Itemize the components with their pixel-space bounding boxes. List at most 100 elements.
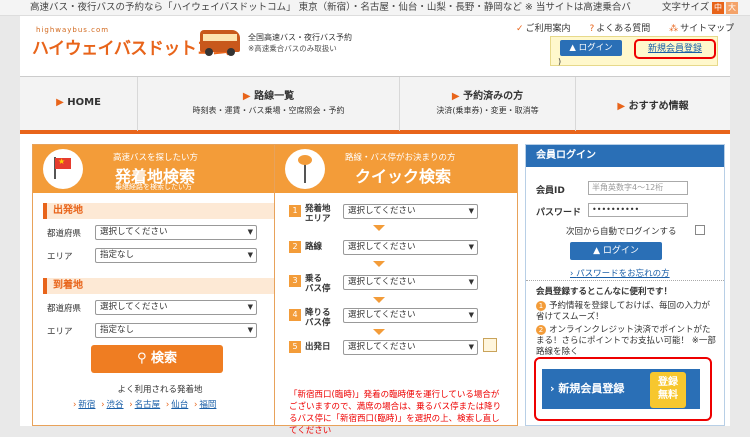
arrow-icon: › (194, 400, 198, 410)
free-badge: 登録 無料 (650, 372, 686, 408)
chevron-down-icon: ▼ (468, 343, 474, 351)
step-number: 3 (289, 275, 301, 287)
arrow-icon: ▶ (242, 91, 251, 102)
bus-stop-icon (285, 149, 325, 189)
header-register-link[interactable]: 新規会員登録 (634, 39, 716, 59)
benefit-1: 1 予約情報を登録しておけば、毎回の入力が省けてスムーズ！ (536, 301, 710, 322)
quick-route-select[interactable]: 選択してください ▼ (343, 240, 478, 255)
question-icon: ? (589, 24, 595, 34)
nav-routes[interactable]: ▶ 路線一覧 時刻表・運賃・バス乗場・空席照会・予約 (138, 77, 400, 131)
chevron-down-icon: ▼ (468, 278, 474, 286)
auto-login-label: 次回から自動でログインする (566, 227, 677, 237)
guide-link[interactable]: ✓ ご利用案内 (516, 24, 579, 34)
popular-links: › 新宿 › 渋谷 › 名古屋 › 仙台 › 福岡 (73, 398, 219, 410)
header-login-button[interactable]: ▲ ログイン (560, 40, 622, 56)
header: highwaybus.com ハイウェイバスドットコム 全国高速バス・夜行バス予… (20, 16, 734, 76)
search-icon: ⚲ (136, 351, 152, 366)
member-panel: 会員ログイン 会員ID 半角英数字4〜12桁 パスワード •••••••••• … (525, 144, 725, 426)
step-label: 降りる バス停 (305, 308, 331, 328)
quick-alight-select[interactable]: 選択してください ▼ (343, 308, 478, 323)
from-area-select[interactable]: 指定なし ▼ (95, 248, 257, 263)
font-size-label: 文字サイズ (662, 2, 710, 13)
main-nav: ▶ HOME ▶ 路線一覧 時刻表・運賃・バス乗場・空席照会・予約 ▶ 予約済み… (20, 76, 730, 134)
departure-header: ★ 高速バスを探したい方 発着地検索 乗継経路を検索したい方 (33, 145, 285, 193)
sitemap-icon: ⁂ (669, 24, 679, 34)
home-icon: ▶ (56, 97, 64, 108)
password-input[interactable]: •••••••••• (588, 203, 688, 217)
member-title: 会員ログイン (526, 145, 724, 167)
quick-area-select[interactable]: 選択してください ▼ (343, 204, 478, 219)
user-icon: ▲ (593, 246, 603, 256)
font-size-medium-button[interactable]: 中 (712, 2, 724, 14)
chevron-down-icon: ▼ (468, 243, 474, 251)
top-info-bar: 高速バス・夜行バスの予約なら「ハイウェイバスドットコム」 東京（新宿）・名古屋・… (0, 0, 750, 16)
password-label: パスワード (536, 208, 582, 218)
arrow-icon: › (73, 400, 77, 410)
quick-board-select[interactable]: 選択してください ▼ (343, 275, 478, 290)
departure-sub2: 乗継経路を検索したい方 (115, 183, 192, 191)
chevron-down-icon: ▼ (247, 228, 253, 236)
logo-url: highwaybus.com (36, 26, 110, 34)
step-number: 1 (289, 205, 301, 217)
top-message: 高速バス・夜行バスの予約なら「ハイウェイバスドットコム」 東京（新宿）・名古屋・… (30, 2, 631, 13)
chevron-down-icon: ▼ (247, 251, 253, 259)
tagline-note: ※高速乗合バスのみ取扱い (248, 44, 337, 53)
popular-link[interactable]: 仙台 (171, 400, 188, 410)
arrow-icon: › (165, 400, 170, 410)
auto-login-checkbox[interactable] (695, 225, 705, 235)
chevron-down-icon: ▼ (468, 311, 474, 319)
from-pref-select[interactable]: 選択してください ▼ (95, 225, 257, 240)
faq-link[interactable]: ? よくある質問 (589, 24, 658, 34)
quick-title: クイック検索 (355, 167, 452, 186)
arrow-icon: › (129, 400, 133, 410)
paren-text: ) (558, 57, 562, 66)
quick-date-select[interactable]: 選択してください ▼ (343, 340, 478, 355)
check-icon: ✓ (516, 24, 524, 34)
flag-icon: ★ (43, 149, 83, 189)
nav-reserved[interactable]: ▶ 予約済みの方 決済(乗車券)・変更・取消等 (400, 77, 576, 131)
step-number: 5 (289, 341, 301, 353)
font-size-large-button[interactable]: 大 (726, 2, 738, 14)
benefit-title: 会員登録するとこんなに便利です！ (536, 287, 673, 297)
member-id-input[interactable]: 半角英数字4〜12桁 (588, 181, 688, 195)
quick-header: 路線・バス停がお決まりの方 クイック検索 (275, 145, 517, 193)
bus-icon (200, 30, 240, 56)
popular-link[interactable]: 渋谷 (107, 400, 124, 410)
popular-link[interactable]: 福岡 (199, 400, 216, 410)
to-pref-label: 都道府県 (47, 304, 82, 314)
chevron-down-icon: ▼ (247, 303, 253, 311)
down-arrow-icon (373, 297, 385, 303)
to-title: 到着地 (43, 278, 276, 294)
page: highwaybus.com ハイウェイバスドットコム 全国高速バス・夜行バス予… (20, 16, 734, 436)
popular-link[interactable]: 名古屋 (135, 400, 161, 410)
nav-home[interactable]: ▶ HOME (20, 77, 138, 131)
step-number: 4 (289, 309, 301, 321)
popular-link[interactable]: 新宿 (78, 400, 95, 410)
chevron-down-icon: ▼ (468, 207, 474, 215)
step-number: 2 (289, 241, 301, 253)
nav-recommend[interactable]: ▶ おすすめ情報 (576, 77, 730, 131)
sitemap-link[interactable]: ⁂ サイトマップ (669, 24, 742, 34)
divider (526, 280, 724, 281)
member-login-button[interactable]: ▲ ログイン (570, 242, 662, 260)
to-area-select[interactable]: 指定なし ▼ (95, 323, 257, 338)
step-label: 発着地 エリア (305, 204, 331, 224)
down-arrow-icon (373, 329, 385, 335)
departure-sub: 高速バスを探したい方 (113, 153, 199, 163)
down-arrow-icon (373, 261, 385, 267)
arrow-icon: › (101, 400, 105, 410)
step-label: 出発日 (305, 342, 331, 352)
chevron-down-icon: ▼ (247, 326, 253, 334)
step-label: 乗る バス停 (305, 274, 331, 294)
departure-search-button[interactable]: ⚲ 検索 (91, 345, 223, 373)
benefit-2: 2 オンラインクレジット決済でポイントがたまる！さらにポイントでお支払い可能！ ※… (536, 325, 716, 357)
arrow-icon: ▶ (617, 101, 626, 112)
forgot-password-link[interactable]: › パスワードをお忘れの方 (570, 267, 670, 279)
header-links: ✓ ご利用案内 ? よくある質問 ⁂ サイトマップ (516, 21, 750, 34)
from-area-label: エリア (47, 252, 73, 262)
to-pref-select[interactable]: 選択してください ▼ (95, 300, 257, 315)
quick-sub: 路線・バス停がお決まりの方 (345, 153, 456, 163)
down-arrow-icon (373, 225, 385, 231)
id-label: 会員ID (536, 186, 565, 196)
calendar-icon[interactable] (483, 338, 497, 352)
